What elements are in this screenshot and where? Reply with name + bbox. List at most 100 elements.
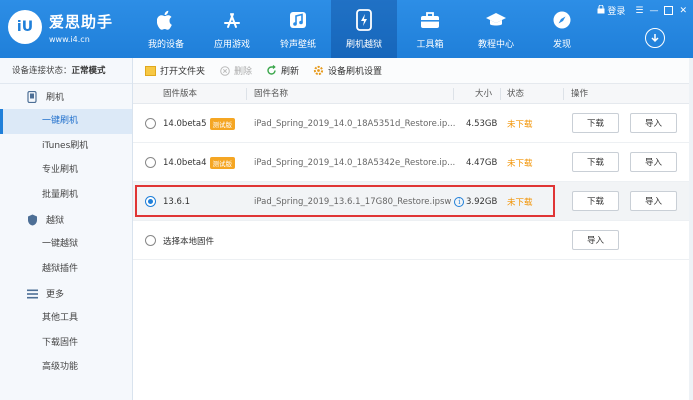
window-controls: 登录 ☰ — ✕ xyxy=(597,4,687,17)
main-content: 打开文件夹 删除 刷新 设备刷机设置 固件版本 固件名称 大小 状态 操作 14… xyxy=(133,58,693,400)
open-folder-label: 打开文件夹 xyxy=(160,67,206,77)
firmware-size: 3.92GB xyxy=(466,196,498,207)
nav-tutorials[interactable]: 教程中心 xyxy=(463,0,529,58)
minimize-icon[interactable]: — xyxy=(649,6,658,16)
sidebar-item-jailbreak-plugins[interactable]: 越狱插件 xyxy=(0,257,132,282)
nav-label: 刷机越狱 xyxy=(345,39,382,50)
menu-icon xyxy=(26,288,38,300)
nav-ringtones-wallpapers[interactable]: 铃声壁纸 xyxy=(265,0,331,58)
sidebar-group-jailbreak: 越狱 xyxy=(0,207,132,232)
firmware-name-text: iPad_Spring_2019_13.6.1_17G80_Restore.ip… xyxy=(254,196,452,207)
nav-label: 铃声壁纸 xyxy=(279,39,316,50)
header-version: 固件版本 xyxy=(163,89,198,99)
nav-discover[interactable]: 发现 xyxy=(529,0,595,58)
firmware-size: 4.47GB xyxy=(466,157,498,168)
header-size: 大小 xyxy=(475,89,493,99)
sidebar: 设备连接状态：正常模式 刷机 一键刷机 iTunes刷机 专业刷机 批量刷机 越… xyxy=(0,58,133,400)
info-icon[interactable]: i xyxy=(454,196,465,207)
phone-icon xyxy=(26,90,38,103)
music-icon xyxy=(287,9,309,31)
login-label: 登录 xyxy=(607,7,626,17)
firmware-name: iPad_Spring_2019_13.6.1_17G80_Restore.ip… xyxy=(254,182,465,221)
sidebar-item-download-firmware[interactable]: 下载固件 xyxy=(0,331,132,356)
sidebar-item-batch-flash[interactable]: 批量刷机 xyxy=(0,183,132,208)
sidebar-item-one-click-jailbreak[interactable]: 一键越狱 xyxy=(0,232,132,257)
nav-apps-games[interactable]: 应用游戏 xyxy=(199,0,265,58)
sidebar-group-label: 越狱 xyxy=(46,216,65,226)
firmware-version: 14.0beta5 测试版 xyxy=(163,104,236,143)
firmware-version: 13.6.1 xyxy=(163,182,190,221)
table-header: 固件版本 固件名称 大小 状态 操作 xyxy=(133,84,693,104)
sidebar-item-advanced[interactable]: 高级功能 xyxy=(0,355,132,380)
table-row-selected[interactable]: 13.6.1 iPad_Spring_2019_13.6.1_17G80_Res… xyxy=(133,182,693,221)
maximize-icon[interactable] xyxy=(664,6,674,15)
nav-flash-jailbreak[interactable]: 刷机越狱 xyxy=(331,0,397,58)
radio-button-checked[interactable] xyxy=(145,196,156,207)
main-nav: 我的设备 应用游戏 铃声壁纸 刷机越狱 工具箱 教程中心 发现 xyxy=(133,0,595,58)
import-button[interactable]: 导入 xyxy=(630,191,677,211)
firmware-status: 未下载 xyxy=(507,119,533,130)
download-button[interactable]: 下载 xyxy=(572,191,619,211)
column-divider xyxy=(453,88,454,100)
refresh-icon xyxy=(266,65,277,76)
sidebar-group-label: 刷机 xyxy=(46,93,65,103)
window-menu-icon[interactable]: ☰ xyxy=(635,6,643,16)
refresh-button[interactable]: 刷新 xyxy=(266,64,299,77)
download-manager-icon[interactable] xyxy=(645,28,665,48)
table-row[interactable]: 14.0beta4 测试版 iPad_Spring_2019_14.0_18A5… xyxy=(133,143,693,182)
top-bar: iU 爱思助手 www.i4.cn 我的设备 应用游戏 铃声壁纸 刷机越狱 工具… xyxy=(0,0,693,58)
row-radio[interactable] xyxy=(145,182,156,221)
version-text: 13.6.1 xyxy=(163,196,191,207)
download-button[interactable]: 下载 xyxy=(572,113,619,133)
login-button[interactable]: 登录 xyxy=(597,4,625,17)
close-icon[interactable]: ✕ xyxy=(679,6,687,16)
firmware-status: 未下载 xyxy=(507,197,533,208)
row-radio[interactable] xyxy=(145,221,156,260)
radio-button[interactable] xyxy=(145,157,156,168)
lock-icon xyxy=(597,4,605,17)
delete-icon xyxy=(219,65,230,76)
radio-button[interactable] xyxy=(145,118,156,129)
toolbar: 打开文件夹 删除 刷新 设备刷机设置 xyxy=(133,58,693,84)
refresh-label: 刷新 xyxy=(281,67,300,77)
import-button[interactable]: 导入 xyxy=(630,152,677,172)
firmware-status: 未下载 xyxy=(507,158,533,169)
nav-label: 应用游戏 xyxy=(213,39,250,50)
import-button[interactable]: 导入 xyxy=(630,113,677,133)
table-row[interactable]: 14.0beta5 测试版 iPad_Spring_2019_14.0_18A5… xyxy=(133,104,693,143)
nav-toolbox[interactable]: 工具箱 xyxy=(397,0,463,58)
app-name: 爱思助手 xyxy=(49,12,114,31)
app-store-icon xyxy=(221,9,243,31)
app-window: iU 爱思助手 www.i4.cn 我的设备 应用游戏 铃声壁纸 刷机越狱 工具… xyxy=(0,0,693,400)
version-text: 14.0beta5 xyxy=(163,118,207,129)
import-button[interactable]: 导入 xyxy=(572,230,619,250)
device-status-value: 正常模式 xyxy=(71,66,106,76)
nav-label: 工具箱 xyxy=(416,39,444,50)
flash-settings-button[interactable]: 设备刷机设置 xyxy=(313,64,382,77)
sidebar-item-pro-flash[interactable]: 专业刷机 xyxy=(0,158,132,183)
delete-button[interactable]: 删除 xyxy=(219,64,252,77)
compass-icon xyxy=(551,9,573,31)
beta-badge: 测试版 xyxy=(209,156,236,169)
row-radio[interactable] xyxy=(145,143,156,182)
nav-label: 我的设备 xyxy=(147,39,184,50)
sidebar-item-other-tools[interactable]: 其他工具 xyxy=(0,306,132,331)
firmware-name: iPad_Spring_2019_14.0_18A5342e_Restore.i… xyxy=(254,157,456,168)
column-divider xyxy=(246,88,247,100)
app-url: www.i4.cn xyxy=(49,34,90,44)
toolbox-icon xyxy=(419,9,441,31)
open-folder-button[interactable]: 打开文件夹 xyxy=(145,64,205,77)
sidebar-item-one-click-flash[interactable]: 一键刷机 xyxy=(0,109,132,134)
header-action: 操作 xyxy=(571,89,589,99)
sidebar-item-itunes-flash[interactable]: iTunes刷机 xyxy=(0,134,132,159)
nav-my-device[interactable]: 我的设备 xyxy=(133,0,199,58)
download-button[interactable]: 下载 xyxy=(572,152,619,172)
local-firmware-label: 选择本地固件 xyxy=(163,236,215,247)
beta-badge: 测试版 xyxy=(209,117,236,130)
row-radio[interactable] xyxy=(145,104,156,143)
flash-icon xyxy=(353,8,375,31)
radio-button[interactable] xyxy=(145,235,156,246)
column-divider xyxy=(500,88,501,100)
header-name: 固件名称 xyxy=(254,89,289,99)
local-firmware-row[interactable]: 选择本地固件 导入 xyxy=(133,221,693,260)
